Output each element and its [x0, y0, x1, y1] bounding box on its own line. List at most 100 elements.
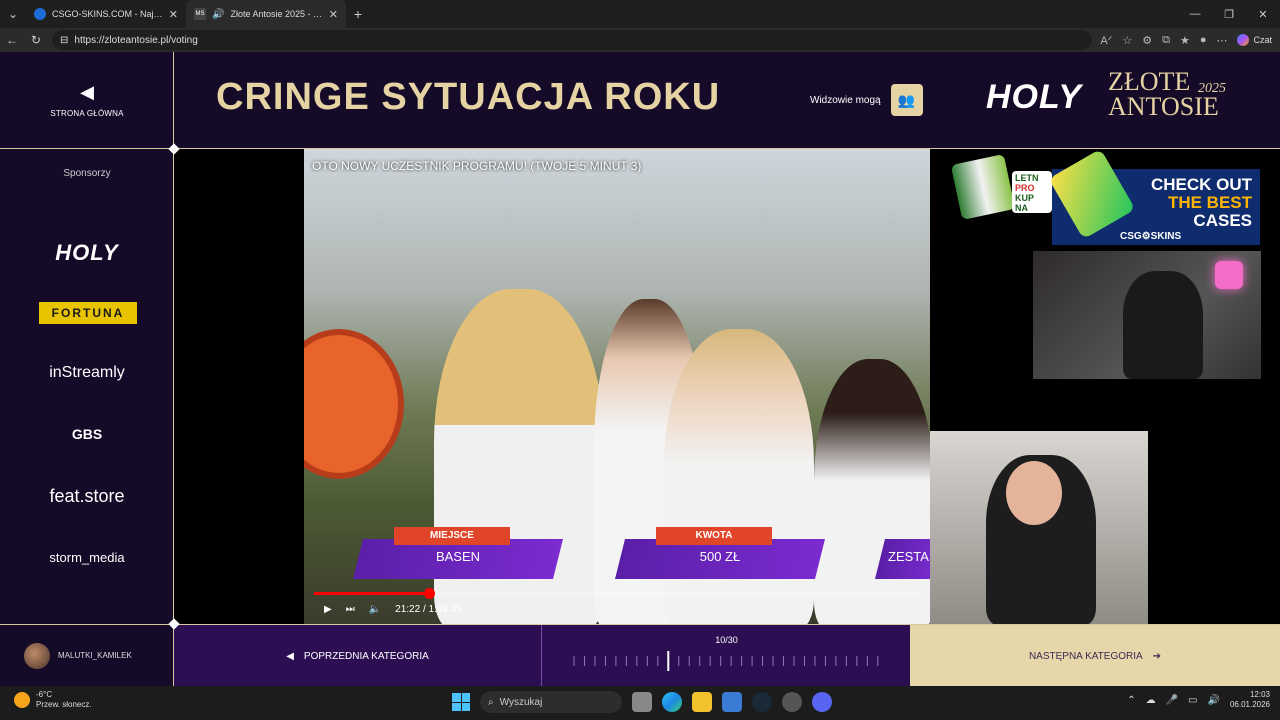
category-navigation: ◀ POPRZEDNIA KATEGORIA 10/30 NASTĘPNA KA…: [174, 624, 1280, 686]
arrow-right-icon: ➔: [1152, 650, 1162, 662]
read-aloud-icon[interactable]: Aᐟ: [1100, 34, 1112, 47]
chevron-up-icon[interactable]: ⌃: [1127, 695, 1135, 706]
play-icon[interactable]: ▶: [324, 604, 332, 615]
sponsors-title: Sponsorzy: [63, 168, 111, 179]
windows-taskbar: -6°C Przew. słonecz. ⌕ Wyszukaj ⌃ ☁ 🎤 ▭ …: [0, 686, 1280, 720]
url-text: https://zloteantosie.pl/voting: [74, 34, 198, 46]
award-line2: ANTOSIE: [1108, 91, 1219, 121]
sponsor-holy-logo[interactable]: HOLY: [0, 240, 174, 266]
app-icon[interactable]: [782, 692, 802, 712]
weather-temp: -6°C: [36, 690, 53, 699]
previous-category-label: POPRZEDNIA KATEGORIA: [303, 650, 429, 662]
tab-list-chevron-icon[interactable]: ⌄: [0, 0, 26, 28]
users-group-icon[interactable]: 👥: [890, 84, 923, 116]
streamer-figure: [1123, 271, 1203, 379]
next-category-button[interactable]: NASTĘPNA KATEGORIA ➔: [910, 625, 1280, 686]
sidebar: ◀ STRONA GŁÓWNA Sponsorzy HOLY FORTUNA i…: [0, 52, 174, 686]
next-category-label: NASTĘPNA KATEGORIA: [1028, 650, 1143, 662]
minimize-icon[interactable]: —: [1178, 0, 1212, 28]
steam-icon[interactable]: [752, 692, 772, 712]
csgo-skins-ad: CHECK OUT THE BEST CASES CSG⚙SKINS: [1048, 148, 1260, 245]
amount-tag: KWOTA 500 ZŁ: [615, 527, 825, 583]
streamer-webcam-2: [930, 431, 1148, 625]
tab-zlote-antosie[interactable]: MS 🔊 Złote Antosie 2025 - Najwięks ✕: [186, 0, 346, 28]
ad-brand: CSG⚙SKINS: [1120, 231, 1182, 242]
address-bar: ← ↻ ⊟ https://zloteantosie.pl/voting Aᐟ …: [0, 28, 1280, 52]
reload-icon[interactable]: ↻: [24, 28, 48, 52]
zlote-antosie-logo: ZŁOTE ANTOSIE 2025: [1108, 69, 1226, 121]
clock-date: 06.01.2026: [1229, 700, 1270, 710]
search-icon: ⌕: [488, 696, 494, 708]
arrow-left-icon: ◀: [286, 650, 294, 662]
extensions-icon[interactable]: ⚙: [1142, 34, 1152, 47]
volume-icon[interactable]: 🔊: [1208, 695, 1220, 706]
more-menu-icon[interactable]: ⋯: [1216, 34, 1227, 47]
toolbar-icons: Aᐟ ☆ ⚙ ⧉ ★ ● ⋯ Czat: [1100, 34, 1272, 47]
tab-title: CSGO-SKINS.COM - Najlepsze Ski: [52, 9, 163, 19]
promo-line3: KUP NA: [1015, 192, 1034, 213]
video-progress-bar[interactable]: [314, 588, 920, 599]
microphone-icon[interactable]: 🎤: [1166, 695, 1178, 706]
restore-icon[interactable]: ❐: [1212, 0, 1246, 28]
speaker-icon[interactable]: 🔊: [212, 9, 224, 20]
taskbar-search[interactable]: ⌕ Wyszukaj: [480, 691, 622, 713]
edge-icon[interactable]: [662, 692, 682, 712]
back-arrow-icon[interactable]: ←: [0, 28, 24, 52]
windows-start-icon[interactable]: [452, 693, 470, 711]
url-field[interactable]: ⊟ https://zloteantosie.pl/voting: [52, 30, 1092, 50]
category-title: CRINGE SYTUACJA ROKU: [216, 76, 721, 118]
streamer-face: [1006, 461, 1062, 525]
stream-stage: OTO NOWY UCZESTNIK PROGRAMU! (TWOJE 5 MI…: [174, 148, 1280, 625]
sponsor-instreamly-logo[interactable]: inStreamly: [0, 364, 174, 382]
user-name: MALUTKI_KAMILEK: [58, 651, 132, 660]
tab-title: Złote Antosie 2025 - Najwięks: [230, 9, 322, 19]
place-tag: MIEJSCE BASEN: [353, 527, 563, 583]
controls-row: ▶ ⏭ 🔈 21:22 / 1:49:45: [324, 604, 462, 615]
streamer-webcam-1: [1033, 251, 1261, 379]
sponsor-fortuna-logo[interactable]: FORTUNA: [39, 302, 137, 324]
tab-csgo-skins[interactable]: CSGO-SKINS.COM - Najlepsze Ski ✕: [26, 0, 186, 28]
user-profile[interactable]: MALUTKI_KAMILEK: [0, 624, 174, 686]
copilot-button[interactable]: Czat: [1237, 34, 1272, 46]
search-placeholder: Wyszukaj: [499, 696, 543, 708]
file-explorer-icon[interactable]: [692, 692, 712, 712]
sponsor-featstore-logo[interactable]: feat.store: [0, 486, 174, 507]
clock-time: 12:03: [1249, 690, 1270, 699]
tag-label: KWOTA: [656, 527, 772, 545]
neon-sign: [1215, 261, 1243, 289]
time-display: 21:22 / 1:49:45: [395, 604, 462, 615]
close-window-icon[interactable]: ✕: [1246, 0, 1280, 28]
sponsor-gbs-logo[interactable]: GBS: [0, 426, 174, 442]
volume-icon[interactable]: 🔈: [369, 604, 381, 615]
taskbar-apps: ⌕ Wyszukaj: [452, 691, 832, 713]
tag-value: ZESTA: [888, 549, 929, 564]
close-tab-icon[interactable]: ✕: [329, 8, 338, 21]
promo-line2: PRO: [1015, 182, 1035, 193]
store-icon[interactable]: [722, 692, 742, 712]
new-tab-button[interactable]: +: [346, 6, 370, 22]
favorites-icon[interactable]: ★: [1180, 34, 1190, 47]
task-view-icon[interactable]: [632, 692, 652, 712]
category-progress: 10/30: [541, 625, 910, 686]
favicon-icon: MS: [194, 8, 206, 20]
knife-image: [1048, 148, 1136, 240]
discord-icon[interactable]: [812, 692, 832, 712]
profile-icon[interactable]: ●: [1200, 34, 1207, 46]
favorite-star-icon[interactable]: ☆: [1122, 34, 1132, 47]
display-icon[interactable]: ▭: [1188, 695, 1197, 706]
youtube-video-player[interactable]: OTO NOWY UCZESTNIK PROGRAMU! (TWOJE 5 MI…: [304, 149, 930, 624]
clock[interactable]: 12:03 06.01.2026: [1230, 690, 1270, 711]
sponsor-stormmedia-logo[interactable]: storm_media: [0, 550, 174, 565]
ad-line3: CASES: [1193, 211, 1252, 230]
weather-widget[interactable]: -6°C Przew. słonecz.: [14, 690, 92, 711]
previous-category-button[interactable]: ◀ POPRZEDNIA KATEGORIA: [174, 625, 541, 686]
voting-page: ◀ STRONA GŁÓWNA Sponsorzy HOLY FORTUNA i…: [0, 52, 1280, 686]
close-tab-icon[interactable]: ✕: [169, 8, 178, 21]
ad-line1: CHECK OUT: [1150, 175, 1252, 194]
home-link[interactable]: ◀ STRONA GŁÓWNA: [0, 52, 174, 149]
scrubber-knob[interactable]: [424, 588, 436, 599]
onedrive-icon[interactable]: ☁: [1146, 695, 1156, 706]
site-info-icon[interactable]: ⊟: [60, 35, 68, 46]
next-icon[interactable]: ⏭: [346, 604, 355, 615]
collections-icon[interactable]: ⧉: [1162, 34, 1170, 47]
